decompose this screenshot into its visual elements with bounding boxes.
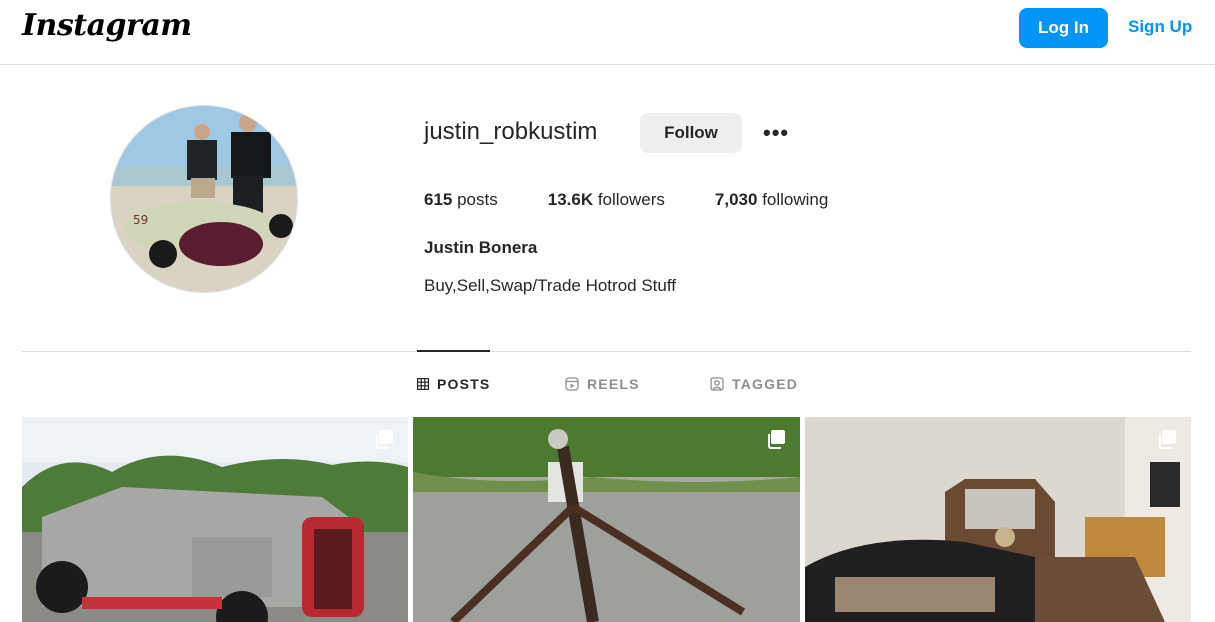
tab-posts-label: POSTS	[437, 376, 491, 392]
post-thumbnail[interactable]	[413, 417, 800, 622]
svg-text:59: 59	[133, 213, 148, 227]
more-options-icon[interactable]: •••	[763, 122, 795, 144]
following-count-label: following	[757, 190, 829, 209]
tagged-icon	[710, 377, 724, 391]
tabs-divider	[22, 351, 1191, 352]
multiple-posts-icon	[768, 430, 785, 449]
followers-count[interactable]: 13.6K followers	[548, 190, 665, 210]
post-image	[413, 417, 800, 622]
multiple-posts-icon	[1159, 430, 1176, 449]
log-in-button[interactable]: Log In	[1019, 8, 1108, 48]
multiple-posts-icon	[376, 430, 393, 449]
tab-tagged[interactable]: TAGGED	[710, 376, 798, 392]
post-image	[805, 417, 1191, 622]
posts-count: 615 posts	[424, 190, 498, 210]
profile-avatar[interactable]: 59	[110, 105, 298, 293]
following-count[interactable]: 7,030 following	[715, 190, 828, 210]
tab-tagged-label: TAGGED	[732, 376, 799, 392]
profile-bio: Buy,Sell,Swap/Trade Hotrod Stuff	[424, 276, 676, 295]
tab-posts[interactable]: POSTS	[417, 376, 490, 392]
reels-icon	[565, 377, 579, 391]
post-image	[22, 417, 408, 622]
grid-icon	[417, 378, 429, 390]
profile-stats: 615 posts 13.6K followers 7,030 followin…	[424, 190, 878, 210]
post-thumbnail[interactable]	[805, 417, 1191, 622]
posts-count-value: 615	[424, 190, 453, 209]
follow-button[interactable]: Follow	[640, 113, 742, 153]
sign-up-link[interactable]: Sign Up	[1128, 17, 1192, 37]
top-navigation-bar: Instagram Log In Sign Up	[0, 0, 1215, 65]
post-thumbnail[interactable]	[22, 417, 408, 622]
posts-count-label: posts	[452, 190, 498, 209]
avatar-image: 59	[111, 106, 297, 292]
following-count-value: 7,030	[714, 190, 758, 209]
instagram-logo[interactable]: Instagram	[22, 8, 192, 43]
tab-reels-label: REELS	[587, 376, 640, 392]
profile-username: justin_robkustim	[424, 118, 598, 145]
profile-full-name: Justin Bonera	[424, 238, 538, 257]
followers-count-value: 13.6K	[547, 190, 594, 209]
followers-count-label: followers	[593, 190, 665, 209]
active-tab-indicator	[417, 350, 490, 352]
tab-reels[interactable]: REELS	[565, 376, 640, 392]
